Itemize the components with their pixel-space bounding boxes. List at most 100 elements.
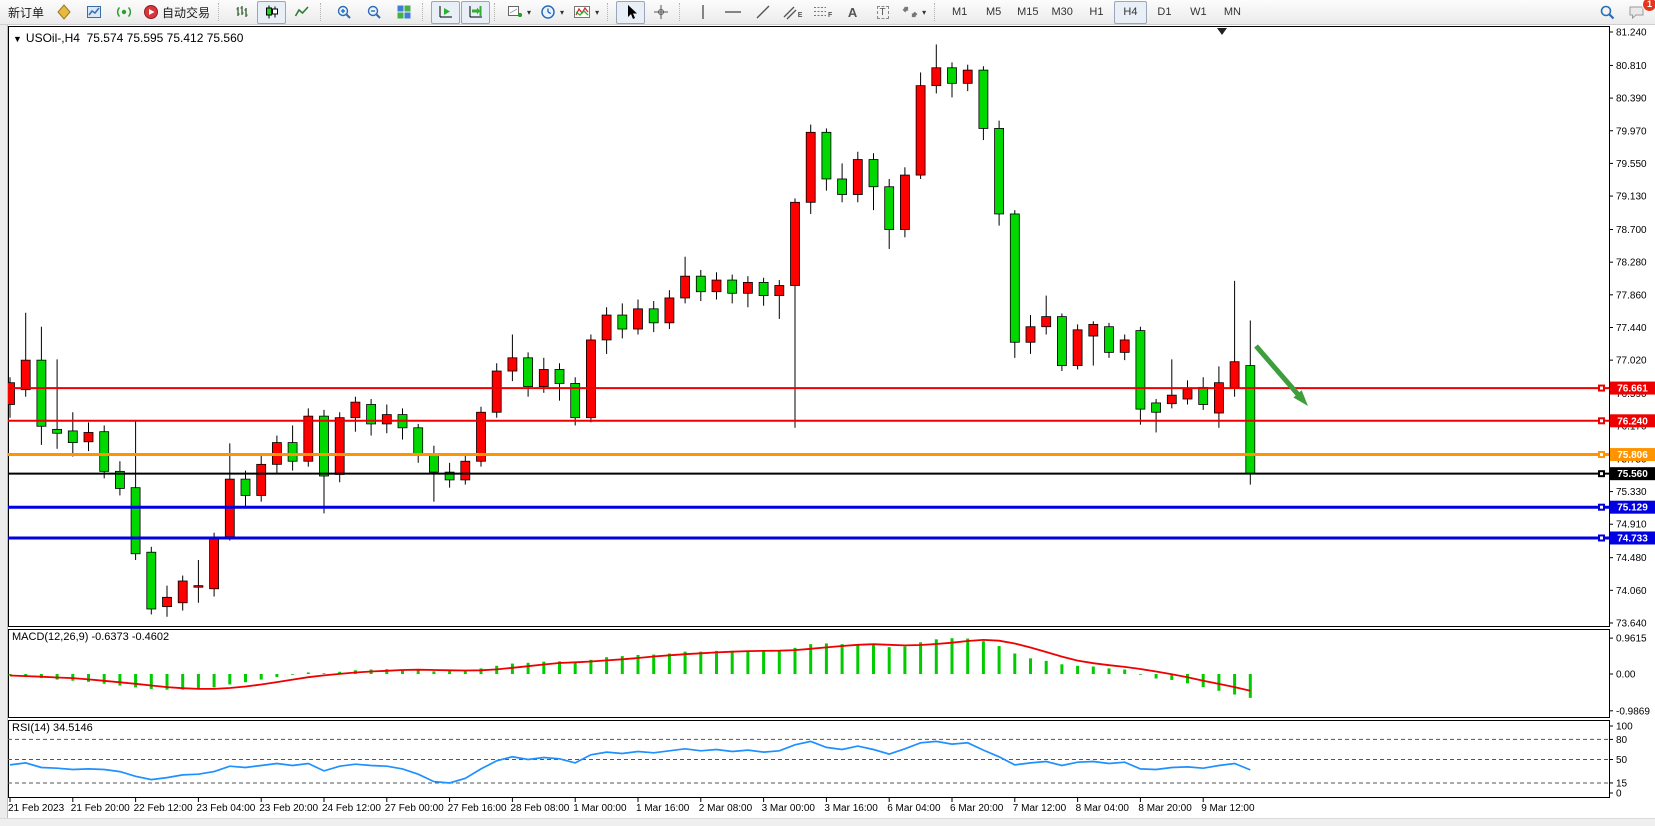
price-tag-label: 75.129 bbox=[1617, 503, 1648, 514]
horizontal-line-button[interactable] bbox=[718, 1, 747, 24]
cursor-button[interactable] bbox=[616, 1, 645, 24]
candle-body bbox=[932, 68, 941, 86]
candle-body bbox=[634, 309, 643, 329]
mt4-terminal: { "icons": { "triangle_down": "▼", "care… bbox=[0, 0, 1655, 826]
price-tick: 74.480 bbox=[1616, 553, 1647, 564]
metaeditor-button[interactable] bbox=[49, 1, 78, 24]
candle-body bbox=[806, 132, 815, 202]
ohlc-values: 75.574 75.595 75.412 75.560 bbox=[87, 31, 244, 45]
candle-body bbox=[37, 360, 46, 426]
arrows-icon bbox=[902, 4, 918, 20]
chevron-down-icon[interactable]: ▾ bbox=[595, 8, 599, 17]
timeframe-w1[interactable]: W1 bbox=[1182, 1, 1215, 24]
rsi-tick: 80 bbox=[1616, 735, 1628, 746]
search-button[interactable] bbox=[1592, 1, 1621, 24]
candle-body bbox=[838, 179, 847, 195]
candlestick-chart-button[interactable] bbox=[257, 1, 286, 24]
tile-windows-button[interactable] bbox=[389, 1, 418, 24]
window-left-edge bbox=[0, 25, 8, 826]
window-bottom-edge bbox=[0, 818, 1655, 826]
chevron-down-icon[interactable]: ▾ bbox=[560, 8, 564, 17]
auto-trading-button[interactable]: 自动交易 bbox=[139, 1, 214, 24]
toolbar-separator bbox=[218, 3, 223, 21]
period-button[interactable]: ▾ bbox=[536, 1, 568, 24]
cursor-icon bbox=[624, 4, 638, 20]
chart-shift-icon bbox=[468, 4, 484, 20]
rsi-tick: 100 bbox=[1616, 722, 1633, 733]
auto-scroll-button[interactable] bbox=[431, 1, 460, 24]
timeframe-m30[interactable]: M30 bbox=[1046, 1, 1079, 24]
chart-canvas[interactable]: 81.24080.81080.39079.97079.55079.13078.7… bbox=[0, 0, 1655, 826]
vertical-line-icon bbox=[698, 4, 708, 20]
price-tick: 78.700 bbox=[1616, 225, 1647, 236]
new-order-button[interactable]: 新订单 bbox=[4, 1, 48, 24]
fibonacci-letter: F bbox=[828, 12, 832, 19]
vertical-line-button[interactable] bbox=[688, 1, 717, 24]
price-tick: 73.640 bbox=[1616, 618, 1647, 629]
toolbar-separator bbox=[934, 3, 939, 21]
text-tool-icon: A bbox=[848, 5, 857, 20]
indicators-button[interactable]: ▾ bbox=[569, 1, 603, 24]
macd-tick: 0.9615 bbox=[1616, 634, 1647, 645]
price-tick: 77.020 bbox=[1616, 356, 1647, 367]
text-label-icon: T bbox=[877, 6, 889, 19]
candle-body bbox=[979, 70, 988, 128]
price-tag-label: 75.560 bbox=[1617, 469, 1648, 480]
line-chart-button[interactable] bbox=[287, 1, 316, 24]
candle-body bbox=[1152, 403, 1161, 412]
bar-chart-button[interactable] bbox=[227, 1, 256, 24]
candle-body bbox=[696, 276, 705, 292]
equidistant-channel-button[interactable]: E bbox=[778, 1, 807, 24]
signals-button[interactable] bbox=[109, 1, 138, 24]
candle-body bbox=[1105, 327, 1114, 353]
shift-marker-icon[interactable] bbox=[1217, 28, 1227, 35]
candle-body bbox=[665, 298, 674, 323]
zoom-out-button[interactable] bbox=[359, 1, 388, 24]
timeframe-m1[interactable]: M1 bbox=[943, 1, 976, 24]
candle-body bbox=[194, 586, 203, 588]
fibonacci-button[interactable]: F bbox=[808, 1, 837, 24]
trendline-button[interactable] bbox=[748, 1, 777, 24]
timeframe-h1[interactable]: H1 bbox=[1080, 1, 1113, 24]
candle-body bbox=[53, 429, 62, 433]
zoom-in-button[interactable] bbox=[329, 1, 358, 24]
crosshair-button[interactable] bbox=[646, 1, 675, 24]
text-button[interactable]: A bbox=[838, 1, 867, 24]
time-tick: 8 Mar 20:00 bbox=[1138, 803, 1192, 814]
arrows-button[interactable]: ▾ bbox=[898, 1, 930, 24]
toolbar-separator bbox=[679, 3, 684, 21]
text-label-button[interactable]: T bbox=[868, 1, 897, 24]
notifications-button[interactable]: 1 bbox=[1622, 1, 1651, 24]
macd-indicator-label: MACD(12,26,9) -0.6373 -0.4602 bbox=[12, 631, 169, 643]
candle-body bbox=[948, 68, 957, 84]
candle-body bbox=[916, 86, 925, 175]
trend-arrow-shaft[interactable] bbox=[1256, 346, 1300, 397]
time-tick: 8 Mar 04:00 bbox=[1076, 803, 1130, 814]
candle-body bbox=[429, 455, 438, 472]
tile-windows-icon bbox=[396, 4, 412, 20]
candle-body bbox=[288, 443, 297, 462]
candle-body bbox=[68, 431, 77, 443]
market-watch-button[interactable] bbox=[79, 1, 108, 24]
candle-body bbox=[1026, 327, 1035, 343]
quick-menu-icon[interactable]: ▼ bbox=[13, 34, 22, 44]
macd-tick: 0.00 bbox=[1616, 670, 1636, 681]
timeframe-mn[interactable]: MN bbox=[1216, 1, 1249, 24]
channel-letter: E bbox=[798, 12, 803, 19]
metaeditor-icon bbox=[56, 4, 72, 20]
main-toolbar: 新订单 自动交易 ▾ ▾ bbox=[0, 0, 1655, 25]
candle-body bbox=[320, 416, 329, 476]
time-tick: 27 Feb 00:00 bbox=[385, 803, 444, 814]
timeframe-m15[interactable]: M15 bbox=[1011, 1, 1044, 24]
chevron-down-icon[interactable]: ▾ bbox=[922, 8, 926, 17]
rsi-indicator-label: RSI(14) 34.5146 bbox=[12, 722, 93, 734]
timeframe-m5[interactable]: M5 bbox=[977, 1, 1010, 24]
chart-shift-button[interactable] bbox=[461, 1, 490, 24]
candle-body bbox=[791, 202, 800, 285]
new-chart-button[interactable]: ▾ bbox=[503, 1, 535, 24]
timeframe-h4[interactable]: H4 bbox=[1114, 1, 1147, 24]
auto-trading-icon bbox=[143, 4, 159, 20]
macd-layer bbox=[10, 638, 1250, 698]
chevron-down-icon[interactable]: ▾ bbox=[527, 8, 531, 17]
timeframe-d1[interactable]: D1 bbox=[1148, 1, 1181, 24]
